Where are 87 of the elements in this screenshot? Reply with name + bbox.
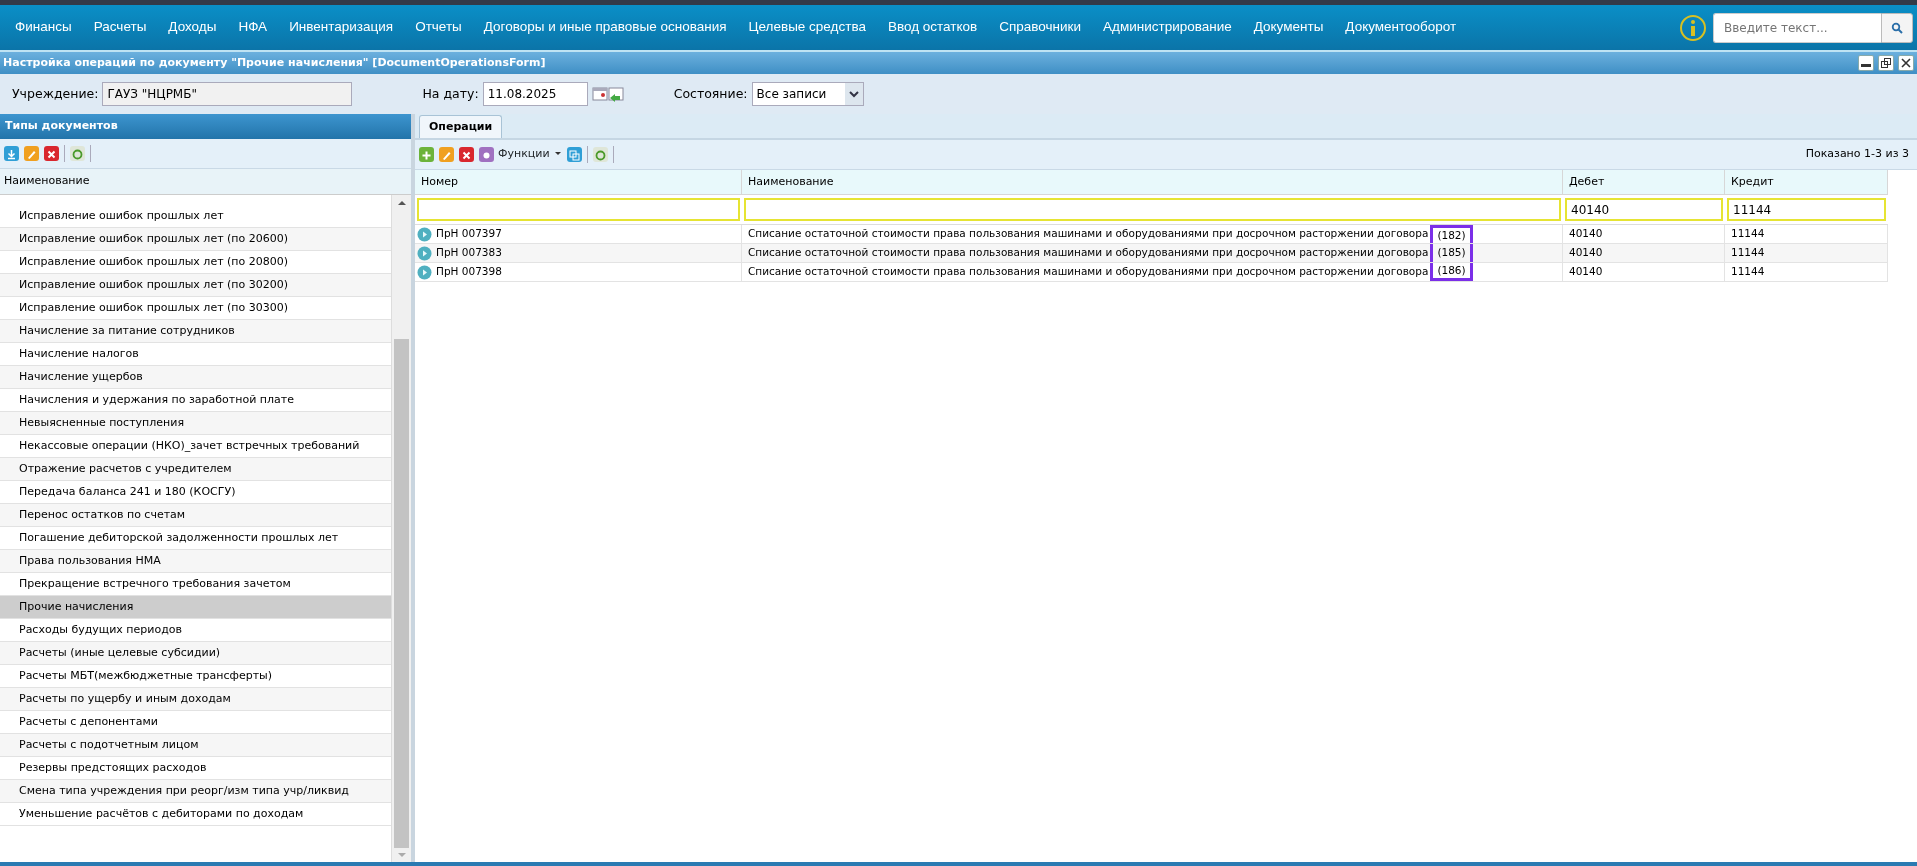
caret-icon bbox=[553, 151, 562, 158]
table-cell: 11144 bbox=[1725, 244, 1888, 263]
column-header: Наименование bbox=[4, 173, 90, 190]
field-label: Учреждение: bbox=[12, 84, 99, 103]
search-button[interactable] bbox=[1881, 12, 1913, 43]
menu-item[interactable]: Финансы bbox=[4, 17, 83, 38]
table-cell: 40140 bbox=[1563, 263, 1725, 282]
menu-item[interactable]: Расчеты bbox=[82, 17, 158, 38]
refresh-icon[interactable] bbox=[592, 147, 608, 162]
menu-item[interactable]: Целевые средства bbox=[737, 17, 877, 38]
table-cell: Списание остаточной стоимости права пользования машинами и оборудованиями при досрочном расторжении договора bbox=[748, 226, 1429, 242]
menu-item[interactable]: Отчеты bbox=[404, 17, 473, 38]
window-title: Настройка операций по документу "Прочие начисления" [DocumentOperationsForm] bbox=[3, 54, 546, 71]
panel-title: Типы документов bbox=[5, 118, 118, 135]
edit-icon[interactable] bbox=[439, 147, 454, 162]
copy-icon[interactable] bbox=[566, 147, 582, 162]
add-icon[interactable] bbox=[419, 147, 434, 162]
column-header[interactable]: Дебет bbox=[1563, 170, 1725, 195]
edit-icon[interactable] bbox=[24, 146, 39, 161]
highlighted-note: (186) bbox=[1430, 263, 1473, 281]
list-item[interactable]: Прочие начисления bbox=[0, 596, 391, 619]
table-cell: ПрН 007383 bbox=[436, 245, 502, 261]
menu-item[interactable]: Ввод остатков bbox=[876, 17, 989, 38]
tab[interactable]: Операции bbox=[419, 114, 503, 138]
delete-icon[interactable] bbox=[459, 147, 474, 162]
close-icon bbox=[1901, 58, 1911, 68]
menu-item[interactable]: Договоры и иные правовые основания bbox=[472, 17, 738, 38]
menu-item[interactable]: Документооборот bbox=[1334, 17, 1468, 38]
list-item[interactable]: Исправление ошибок прошлых лет (по 30200) bbox=[0, 274, 391, 297]
list-item[interactable]: Смена типа учреждения при реорг/изм типа учр/ликвид bbox=[0, 780, 391, 803]
menu-item[interactable]: Администрирование bbox=[1092, 17, 1243, 38]
menu-item[interactable]: НФА bbox=[227, 17, 279, 38]
play-icon[interactable] bbox=[417, 264, 432, 280]
search-field[interactable]: Введите текст... bbox=[1713, 12, 1881, 43]
table-cell: 40140 bbox=[1563, 244, 1725, 263]
menu-item[interactable]: Доходы bbox=[157, 17, 228, 38]
date-field[interactable]: 11.08.2025 bbox=[482, 82, 588, 106]
close-button[interactable] bbox=[1898, 55, 1914, 71]
table-cell: Списание остаточной стоимости права пользования машинами и оборудованиями при досрочном расторжении договора bbox=[748, 245, 1429, 261]
list-item[interactable]: Начисление за питание сотрудников bbox=[0, 320, 391, 343]
refresh-icon[interactable] bbox=[70, 146, 85, 161]
restore-icon bbox=[1881, 58, 1891, 68]
filter-field[interactable]: 11144 bbox=[1727, 198, 1886, 221]
list-item[interactable]: Расчеты по ущербу и иным доходам bbox=[0, 688, 391, 711]
menu-item[interactable]: Инвентаризация bbox=[278, 17, 405, 38]
table-cell: 40140 bbox=[1563, 225, 1725, 244]
filter-field[interactable]: 40140 bbox=[1565, 198, 1723, 221]
minimize-icon bbox=[1861, 64, 1871, 67]
dropdown-value: Все записи bbox=[755, 86, 828, 103]
table-cell: 11144 bbox=[1725, 225, 1888, 244]
functions-button[interactable]: Функции bbox=[479, 146, 562, 163]
column-header[interactable]: Номер bbox=[415, 170, 742, 195]
column-header[interactable]: Кредит bbox=[1725, 170, 1888, 195]
scrollbar-thumb[interactable] bbox=[394, 339, 409, 848]
menu-item[interactable]: Документы bbox=[1242, 17, 1335, 38]
column-header[interactable]: Наименование bbox=[742, 170, 1563, 195]
filter-field[interactable] bbox=[744, 198, 1561, 221]
filter-field[interactable] bbox=[417, 198, 740, 221]
table-cell: ПрН 007398 bbox=[436, 264, 502, 280]
list-item[interactable]: Невыясненные поступления bbox=[0, 412, 391, 435]
table-cell: 11144 bbox=[1725, 263, 1888, 282]
field-label: Состояние: bbox=[673, 84, 748, 103]
list-item[interactable]: Начисление ущербов bbox=[0, 366, 391, 389]
functions-icon bbox=[479, 147, 494, 162]
list-item[interactable]: Расчеты с подотчетным лицом bbox=[0, 734, 391, 757]
caret-icon[interactable] bbox=[844, 83, 863, 105]
minimize-button[interactable] bbox=[1858, 55, 1874, 71]
import-icon[interactable] bbox=[4, 146, 19, 161]
delete-icon[interactable] bbox=[44, 146, 59, 161]
info-icon[interactable] bbox=[1679, 13, 1707, 42]
list-item[interactable]: Исправление ошибок прошлых лет (по 20600) bbox=[0, 228, 391, 251]
calendar-icon[interactable] bbox=[591, 85, 608, 103]
field-label: На дату: bbox=[422, 84, 479, 103]
list-item[interactable]: Отражение расчетов с учредителем bbox=[0, 458, 391, 481]
play-icon[interactable] bbox=[417, 226, 432, 242]
record-count: Показано 1-3 из 3 bbox=[1805, 146, 1909, 163]
play-icon[interactable] bbox=[417, 245, 432, 261]
list-item[interactable]: Перенос остатков по счетам bbox=[0, 504, 391, 527]
table-cell: ПрН 007397 bbox=[436, 226, 502, 242]
restore-button[interactable] bbox=[1878, 55, 1894, 71]
state-dropdown[interactable]: Все записи bbox=[751, 82, 864, 106]
menu-item[interactable]: Справочники bbox=[988, 17, 1092, 38]
list-item[interactable]: Права пользования НМА bbox=[0, 550, 391, 573]
table-cell: Списание остаточной стоимости права пользования машинами и оборудованиями при досрочном расторжении договора bbox=[748, 264, 1429, 280]
search-icon bbox=[1891, 21, 1903, 34]
list-item[interactable]: Расчеты (иные целевые субсидии) bbox=[0, 642, 391, 665]
institution-field[interactable]: ГАУЗ "НЦРМБ" bbox=[102, 82, 353, 106]
